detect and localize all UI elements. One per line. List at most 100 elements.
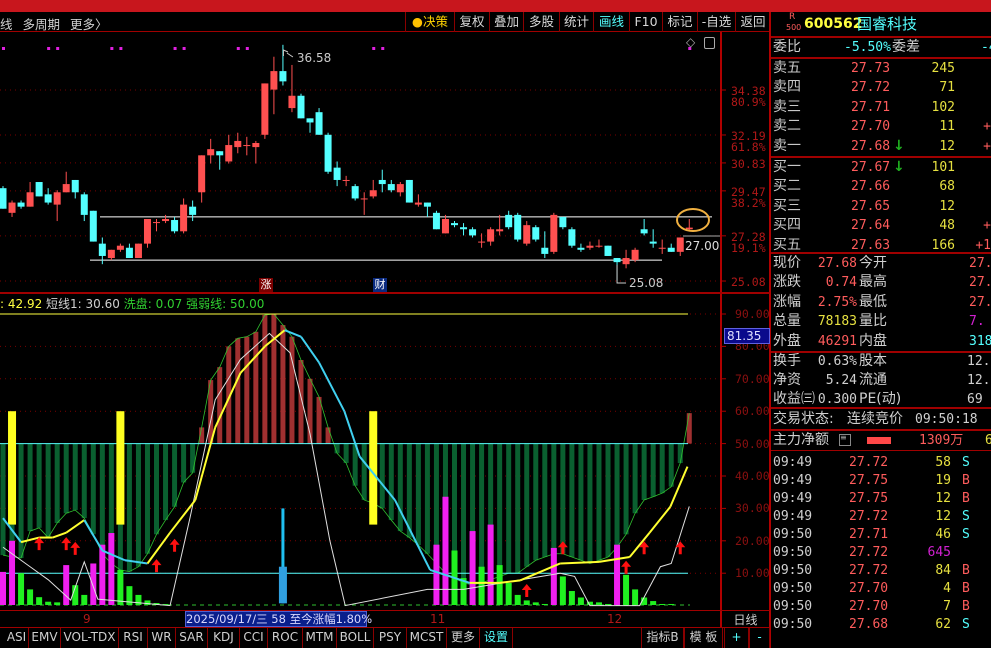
order-price: 27.68: [851, 138, 891, 154]
candle-body: [676, 237, 684, 252]
tab-mtm[interactable]: MTM: [303, 628, 337, 648]
list-icon[interactable]: ≡: [839, 434, 851, 446]
candle-body: [0, 188, 7, 209]
candle: [550, 212, 558, 254]
panel-toggle-icon[interactable]: [704, 37, 715, 49]
candle: [432, 210, 440, 230]
candle-body: [342, 179, 350, 181]
main-trend-line-segment: [648, 506, 672, 534]
event-marker-rise[interactable]: 涨: [259, 278, 273, 292]
tick-volume: 12: [935, 491, 951, 506]
indicator-axis-label: 60.00: [735, 404, 770, 419]
fib-percent-label: 19.1%: [731, 240, 766, 255]
period-daily-button[interactable]: 日线: [722, 611, 769, 627]
tick-volume: 84: [935, 563, 951, 578]
strength-histogram-bar: [497, 443, 503, 577]
fib-percent-label: 38.2%: [731, 195, 766, 210]
stock-code: 600562: [804, 16, 863, 32]
tab-mcst[interactable]: MCST: [407, 628, 447, 648]
candle-body: [234, 140, 242, 148]
tab-wr[interactable]: WR: [148, 628, 176, 648]
tick-side: S: [962, 455, 970, 470]
candle: [198, 155, 206, 203]
candle-body: [153, 222, 161, 224]
zoom-in-button[interactable]: +: [724, 628, 749, 648]
tick-volume: 645: [927, 545, 951, 560]
tab-vol-tdx[interactable]: VOL-TDX: [61, 628, 119, 648]
tab-设置[interactable]: 设置: [480, 628, 513, 648]
event-marker-finance[interactable]: 财: [373, 278, 387, 292]
tick-side: B: [962, 563, 970, 578]
order-book-row-buy: 买二 27.66 68: [771, 177, 991, 196]
zoom-out-button[interactable]: -: [749, 628, 770, 648]
candle-body: [62, 184, 70, 193]
tick-row: 09:50 27.68 62 S: [771, 615, 991, 633]
main-trend-line-segment: [318, 362, 346, 412]
candle: [261, 83, 269, 139]
tab-asi[interactable]: ASI: [5, 628, 29, 648]
tab-roc[interactable]: ROC: [268, 628, 303, 648]
kline-chart[interactable]: 36.58 25.08 27.00: [0, 0, 770, 627]
down-arrow-icon: ↓: [893, 137, 905, 154]
candle: [604, 245, 612, 256]
stock-name[interactable]: 国睿科技: [857, 15, 917, 34]
tick-side: B: [962, 491, 970, 506]
tab-sar[interactable]: SAR: [176, 628, 208, 648]
candle: [487, 227, 495, 246]
quote-label-2: 内盘: [859, 332, 887, 349]
candle-body: [631, 249, 639, 261]
tick-side: B: [962, 581, 970, 596]
order-book-row-sell: 卖四 27.72 71: [771, 78, 991, 97]
tick-price: 27.72: [849, 545, 889, 560]
last-price-label: 27.00: [685, 239, 719, 253]
indicator-b-button[interactable]: 指标B: [641, 628, 684, 648]
wash-volume-bar: [505, 582, 512, 605]
candle-body: [143, 218, 151, 244]
candle: [577, 243, 585, 252]
tick-row: 09:50 27.72 645: [771, 543, 991, 561]
strength-histogram-bar: [271, 314, 277, 444]
strength-histogram-bar: [515, 443, 521, 574]
low-marker-arrow: [616, 265, 627, 284]
quote-label: 涨跌: [773, 274, 801, 291]
candle: [171, 216, 179, 234]
candle: [640, 218, 648, 236]
tick-side: B: [962, 599, 970, 614]
order-book-row-sell: 卖五 27.73 245: [771, 59, 991, 78]
tick-time: 09:49: [773, 509, 813, 524]
weibi-value: -5.50%: [844, 40, 891, 55]
candle-body: [270, 71, 278, 90]
candle: [134, 243, 142, 259]
strength-histogram-bar: [686, 413, 692, 444]
buy-arrow-icon: [621, 560, 632, 574]
tab-kdj[interactable]: KDJ: [208, 628, 240, 648]
candle: [649, 229, 657, 248]
strength-histogram-bar: [641, 443, 647, 500]
candle-body: [432, 212, 440, 230]
quote-label-2: 最高: [859, 274, 887, 291]
signal-dot: [173, 47, 177, 50]
candle-body: [125, 247, 133, 259]
diamond-icon[interactable]: ◇: [686, 35, 695, 49]
main-force-row[interactable]: 主力净额 ≡ 1309万 6: [771, 431, 991, 450]
candle-body: [180, 204, 188, 232]
tick-row: 09:50 27.70 7 B: [771, 597, 991, 615]
tick-side: S: [962, 617, 970, 632]
stock-header: R 500 600562 国睿科技: [771, 12, 991, 36]
order-price: 27.64: [851, 218, 891, 234]
template-button[interactable]: 模 板: [684, 628, 723, 648]
order-change: +: [983, 138, 991, 154]
tab-更多[interactable]: 更多: [447, 628, 480, 648]
candle: [243, 136, 251, 156]
candle: [125, 243, 133, 259]
candle-body: [496, 229, 504, 232]
strength-histogram-bar: [605, 443, 611, 557]
tab-cci[interactable]: CCI: [240, 628, 268, 648]
tab-psy[interactable]: PSY: [374, 628, 407, 648]
tab-boll[interactable]: BOLL: [337, 628, 374, 648]
candle-body: [261, 83, 269, 135]
candle-body: [478, 241, 486, 243]
tab-emv[interactable]: EMV: [29, 628, 61, 648]
tab-rsi[interactable]: RSI: [119, 628, 148, 648]
quote-label: 现价: [773, 255, 801, 271]
